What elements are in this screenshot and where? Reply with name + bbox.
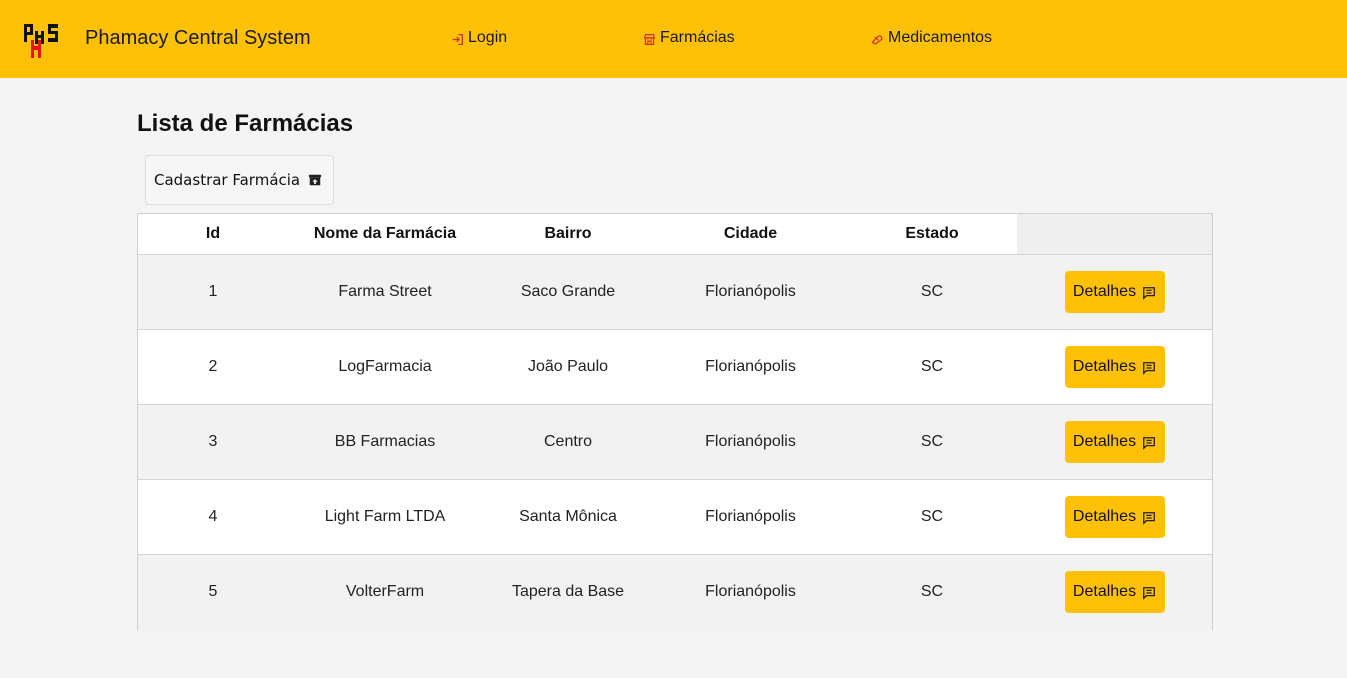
details-button[interactable]: Detalhes xyxy=(1064,496,1165,538)
table-header: Id Nome da Farmácia Bairro Cidade Estado xyxy=(138,214,1212,255)
cell-estado: SC xyxy=(920,283,944,300)
cell-cidade: Florianópolis xyxy=(705,583,796,600)
cell-id: 2 xyxy=(208,358,218,375)
brand-title: Phamacy Central System xyxy=(85,27,311,49)
nav-login-label: Login xyxy=(468,29,508,46)
cell-name: Farma Street xyxy=(338,283,432,300)
pharmacy-table: Id Nome da Farmácia Bairro Cidade Estado… xyxy=(137,213,1213,630)
cell-bairro: Tapera da Base xyxy=(511,583,625,600)
details-label: Detalhes xyxy=(1072,508,1137,525)
table-row: 3 BB Farmacias Centro Florianópolis SC D… xyxy=(138,405,1212,480)
cell-name: VolterFarm xyxy=(345,583,425,600)
table-row: 1 Farma Street Saco Grande Florianópolis… xyxy=(138,255,1212,330)
cell-actions: Detalhes xyxy=(1017,480,1212,554)
login-icon xyxy=(452,33,464,46)
cell-estado: SC xyxy=(920,358,944,375)
details-label: Detalhes xyxy=(1072,358,1137,375)
column-header-id: Id xyxy=(138,214,288,254)
cell-bairro: Centro xyxy=(543,433,593,450)
nav-farmacias[interactable]: Farmácias xyxy=(643,29,735,47)
cell-name: Light Farm LTDA xyxy=(324,508,446,525)
top-navbar: Phamacy Central System Login Farmácias M… xyxy=(0,0,1347,78)
table-row: 2 LogFarmacia João Paulo Florianópolis S… xyxy=(138,330,1212,405)
table-row: 5 VolterFarm Tapera da Base Florianópoli… xyxy=(138,555,1212,630)
archive-upload-icon xyxy=(309,174,322,186)
cell-cidade: Florianópolis xyxy=(705,508,796,525)
cell-id: 4 xyxy=(208,508,218,525)
cell-cidade: Florianópolis xyxy=(705,433,796,450)
nav-login[interactable]: Login xyxy=(451,29,507,47)
cell-name: LogFarmacia xyxy=(338,358,432,375)
cell-actions: Detalhes xyxy=(1017,255,1212,329)
logo-icon xyxy=(24,24,58,58)
cell-actions: Detalhes xyxy=(1017,555,1212,629)
column-header-estado: Estado xyxy=(847,214,1017,254)
register-pharmacy-label: Cadastrar Farmácia xyxy=(154,171,301,189)
cell-cidade: Florianópolis xyxy=(705,283,796,300)
page-title: Lista de Farmácias xyxy=(137,110,354,137)
details-label: Detalhes xyxy=(1072,433,1137,450)
details-label: Detalhes xyxy=(1072,283,1137,300)
nav-farmacias-label: Farmácias xyxy=(660,29,735,46)
cell-actions: Detalhes xyxy=(1017,330,1212,404)
comment-icon xyxy=(1143,437,1155,450)
comment-icon xyxy=(1143,587,1155,600)
cell-bairro: Saco Grande xyxy=(520,283,616,300)
comment-icon xyxy=(1143,287,1155,300)
cell-id: 1 xyxy=(208,283,218,300)
nav-medicamentos[interactable]: Medicamentos xyxy=(871,29,992,47)
details-button[interactable]: Detalhes xyxy=(1064,571,1165,613)
details-button[interactable]: Detalhes xyxy=(1064,271,1165,313)
cell-bairro: Santa Mônica xyxy=(519,508,617,525)
details-button[interactable]: Detalhes xyxy=(1064,346,1165,388)
details-label: Detalhes xyxy=(1072,583,1137,600)
cell-estado: SC xyxy=(920,583,944,600)
cell-id: 5 xyxy=(208,583,218,600)
nav-medicamentos-label: Medicamentos xyxy=(888,29,993,46)
pill-icon xyxy=(871,35,883,45)
cell-name: BB Farmacias xyxy=(334,433,436,450)
cell-estado: SC xyxy=(920,508,944,525)
cell-estado: SC xyxy=(920,433,944,450)
details-button[interactable]: Detalhes xyxy=(1064,421,1165,463)
column-header-cidade: Cidade xyxy=(654,214,847,254)
column-header-bairro: Bairro xyxy=(482,214,654,254)
comment-icon xyxy=(1143,362,1155,375)
cell-id: 3 xyxy=(208,433,218,450)
cell-bairro: João Paulo xyxy=(527,358,609,375)
register-pharmacy-button[interactable]: Cadastrar Farmácia xyxy=(145,155,334,205)
table-row: 4 Light Farm LTDA Santa Mônica Florianóp… xyxy=(138,480,1212,555)
store-icon xyxy=(643,34,656,45)
column-header-name: Nome da Farmácia xyxy=(288,214,482,254)
cell-actions: Detalhes xyxy=(1017,405,1212,479)
cell-cidade: Florianópolis xyxy=(705,358,796,375)
comment-icon xyxy=(1143,512,1155,525)
